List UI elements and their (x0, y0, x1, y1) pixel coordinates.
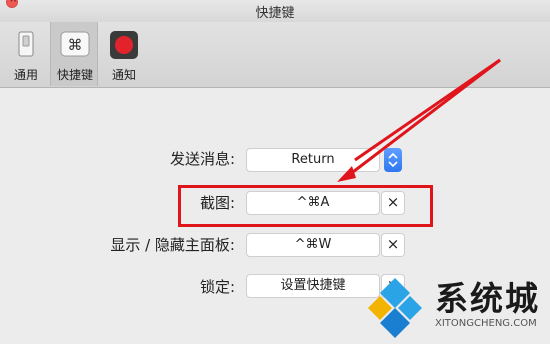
diamond-logo-icon (368, 278, 422, 338)
arrow-head (337, 166, 356, 182)
watermark-title: 系统城 (435, 279, 540, 318)
watermark-logo: 系统城 XITONGCHENG.COM (360, 270, 550, 344)
preferences-window: 快捷键 通用 ⌘ 快捷键 通知 发送消息: Return (0, 0, 550, 344)
watermark-subtitle: XITONGCHENG.COM (435, 318, 537, 329)
arrow-line-upper (354, 58, 501, 162)
